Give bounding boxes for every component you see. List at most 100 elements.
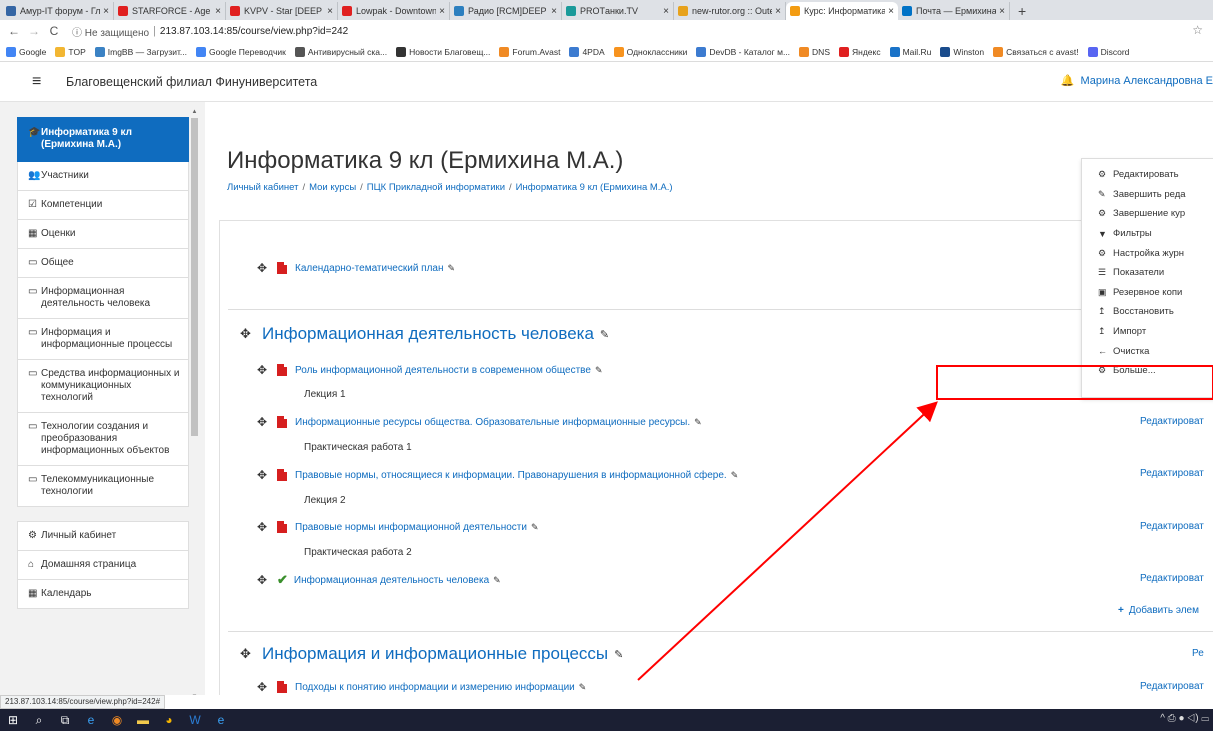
ie-icon[interactable]: e: [208, 709, 234, 731]
bookmark-item[interactable]: 4PDA: [569, 46, 605, 57]
user-menu[interactable]: 🔔 Марина Александровна Е: [1061, 74, 1213, 88]
add-activity-link[interactable]: + Добавить элем: [1118, 605, 1199, 616]
edit-menu-link[interactable]: Редактироват: [1140, 468, 1204, 479]
edit-menu-link[interactable]: Редактироват: [1140, 416, 1204, 427]
section-title[interactable]: Информационная деятельность человека: [262, 324, 594, 344]
tab-close-icon[interactable]: ×: [999, 6, 1005, 17]
bookmark-item[interactable]: Winston: [940, 46, 984, 57]
security-indicator[interactable]: ⓘ Не защищено: [72, 24, 149, 39]
chrome-icon[interactable]: ◕: [156, 709, 182, 731]
drawer-scrollbar[interactable]: ▲ ▼: [190, 109, 199, 695]
activity-link[interactable]: Информационные ресурсы общества. Образов…: [295, 417, 690, 428]
bookmark-item[interactable]: TOP: [55, 46, 86, 57]
tab-close-icon[interactable]: ×: [775, 6, 781, 17]
admin-menu-item[interactable]: ✎ Завершить реда: [1082, 185, 1213, 205]
admin-menu-item[interactable]: ↥ Восстановить: [1082, 302, 1213, 322]
avast-icon[interactable]: ◉: [104, 709, 130, 731]
reload-icon[interactable]: C: [46, 24, 62, 38]
drawer-item[interactable]: ⌂ Домашняя страница: [17, 551, 189, 580]
search-icon[interactable]: ⌕: [26, 709, 52, 731]
tab-close-icon[interactable]: ×: [439, 6, 445, 17]
bookmark-item[interactable]: Forum.Avast: [499, 46, 560, 57]
edit-menu-link[interactable]: Редактироват: [1140, 573, 1204, 584]
activity-link[interactable]: Правовые нормы, относящиеся к информации…: [295, 470, 727, 481]
edit-pencil-icon[interactable]: ✎: [614, 648, 623, 661]
move-icon[interactable]: ✥: [257, 573, 277, 587]
admin-menu-item[interactable]: ⚙ Завершение кур: [1082, 204, 1213, 224]
browser-tab[interactable]: Амур-IT форум - Глав×: [2, 2, 114, 20]
bookmark-item[interactable]: Mail.Ru: [889, 46, 931, 57]
activity-link[interactable]: Подходы к понятию информации и измерению…: [295, 682, 575, 693]
tab-close-icon[interactable]: ×: [215, 6, 221, 17]
edit-pencil-icon[interactable]: ✎: [579, 682, 587, 693]
move-icon[interactable]: ✥: [257, 415, 277, 429]
forward-icon[interactable]: →: [26, 24, 42, 38]
edit-pencil-icon[interactable]: ✎: [493, 575, 501, 586]
edit-pencil-icon[interactable]: ✎: [448, 263, 456, 274]
move-icon[interactable]: ✥: [240, 326, 262, 342]
bookmark-item[interactable]: Google: [6, 46, 46, 57]
section-title[interactable]: Информация и информационные процессы: [262, 644, 608, 664]
edit-menu-link[interactable]: Редактироват: [1140, 521, 1204, 532]
edge-icon[interactable]: e: [78, 709, 104, 731]
admin-menu-item[interactable]: ⚙ Больше...: [1082, 361, 1213, 381]
move-icon[interactable]: ✥: [257, 520, 277, 534]
edit-pencil-icon[interactable]: ✎: [600, 328, 609, 341]
breadcrumb-category[interactable]: ПЦК Прикладной информатики: [367, 182, 505, 193]
site-title[interactable]: Благовещенский филиал Финуниверситета: [66, 75, 317, 89]
move-icon[interactable]: ✥: [257, 468, 277, 482]
tab-close-icon[interactable]: ×: [551, 6, 557, 17]
tab-close-icon[interactable]: ×: [663, 6, 669, 17]
move-icon[interactable]: ✥: [257, 363, 277, 377]
drawer-item[interactable]: ▭ Информационная деятельность человека: [17, 278, 189, 319]
edit-menu-link[interactable]: Ре: [1192, 648, 1204, 659]
task-view-icon[interactable]: ⧉: [52, 709, 78, 731]
bookmark-item[interactable]: Новости Благовещ...: [396, 46, 490, 57]
drawer-item[interactable]: ▦ Календарь: [17, 580, 189, 609]
drawer-item[interactable]: ▭ Технологии создания и преобразования ин…: [17, 413, 189, 466]
bookmark-item[interactable]: Связаться с avast!: [993, 46, 1079, 57]
admin-menu-item[interactable]: ← Очистка: [1082, 341, 1213, 361]
admin-menu-item[interactable]: ⚙ Настройка журн: [1082, 243, 1213, 263]
move-icon[interactable]: ✥: [257, 261, 277, 275]
browser-tab[interactable]: Lowpak - Downtown [D×: [338, 2, 450, 20]
system-tray[interactable]: ^ ⎙ ● ◁) ▭: [1160, 713, 1209, 724]
browser-tab[interactable]: STARFORCE - Age of N×: [114, 2, 226, 20]
browser-tab[interactable]: Радио [RCM]DEEP - ср×: [450, 2, 562, 20]
activity-link[interactable]: Календарно-тематический план: [295, 263, 444, 274]
scroll-thumb[interactable]: [191, 118, 198, 436]
bookmark-item[interactable]: Google Переводчик: [196, 46, 286, 57]
edit-pencil-icon[interactable]: ✎: [531, 522, 539, 533]
bookmark-item[interactable]: Discord: [1087, 46, 1129, 57]
drawer-item[interactable]: ⚙ Личный кабинет: [17, 521, 189, 551]
browser-tab[interactable]: Курс: Информатика 9 ×: [786, 2, 898, 20]
tab-close-icon[interactable]: ×: [103, 6, 109, 17]
edit-pencil-icon[interactable]: ✎: [694, 417, 702, 428]
back-icon[interactable]: ←: [6, 24, 22, 38]
new-tab-button[interactable]: +: [1010, 2, 1034, 20]
edit-pencil-icon[interactable]: ✎: [731, 470, 739, 481]
drawer-item[interactable]: 👥 Участники: [17, 162, 189, 191]
move-icon[interactable]: ✥: [240, 646, 262, 662]
move-icon[interactable]: ✥: [257, 680, 277, 694]
breadcrumb-dashboard[interactable]: Личный кабинет: [227, 182, 298, 193]
browser-tab[interactable]: PROTанки.TV ×: [562, 2, 674, 20]
drawer-item[interactable]: ▭ Средства информационных и коммуникацион…: [17, 360, 189, 413]
drawer-item[interactable]: ☑ Компетенции: [17, 191, 189, 220]
drawer-item[interactable]: 🎓 Информатика 9 кл (Ермихина М.А.): [17, 117, 189, 162]
scroll-down-icon[interactable]: ▼: [190, 693, 199, 695]
bookmark-item[interactable]: Яндекс: [839, 46, 881, 57]
start-icon[interactable]: ⊞: [0, 709, 26, 731]
hamburger-icon[interactable]: ≡: [32, 73, 52, 91]
bookmark-item[interactable]: Одноклассники: [613, 46, 687, 57]
activity-link[interactable]: Роль информационной деятельности в совре…: [295, 365, 591, 376]
notification-bell-icon[interactable]: 🔔: [1061, 74, 1075, 87]
word-icon[interactable]: W: [182, 709, 208, 731]
admin-menu-item[interactable]: ↥ Импорт: [1082, 322, 1213, 342]
activity-link[interactable]: Правовые нормы информационной деятельнос…: [295, 522, 527, 533]
activity-link[interactable]: Информационная деятельность человека: [294, 575, 489, 586]
edit-pencil-icon[interactable]: ✎: [595, 365, 603, 376]
admin-menu-item[interactable]: ⚙ Редактировать: [1082, 165, 1213, 185]
admin-menu-item[interactable]: ☰ Показатели: [1082, 263, 1213, 283]
browser-tab[interactable]: KVPV - Star [DEEP HOU×: [226, 2, 338, 20]
